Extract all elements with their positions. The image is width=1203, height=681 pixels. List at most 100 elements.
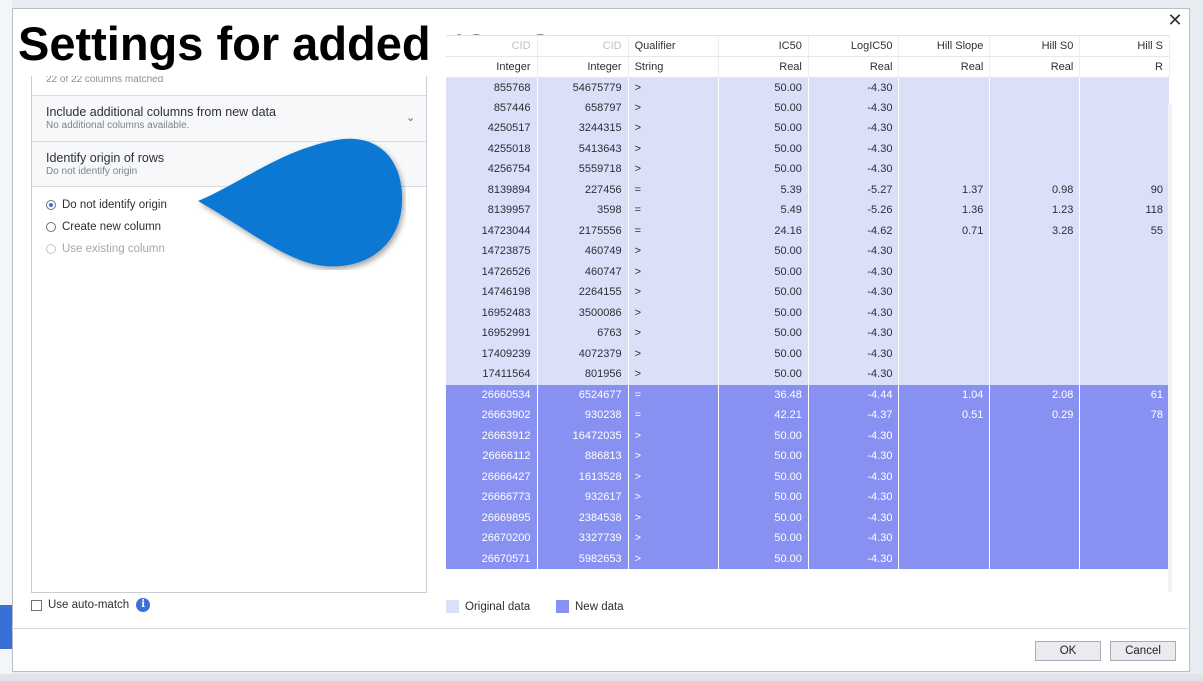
table-row[interactable]: 16952483 3500086 >50.00 -4.30: [446, 302, 1170, 323]
table-row[interactable]: 857446 658797 >50.00 -4.30: [446, 97, 1170, 118]
table-scrollbar[interactable]: [1168, 105, 1172, 592]
table-cell: [1079, 507, 1170, 528]
column-header[interactable]: Qualifier: [628, 36, 720, 57]
table-cell: 5559718: [537, 159, 629, 180]
table-cell: [898, 97, 991, 118]
table-cell: [898, 364, 991, 385]
table-row[interactable]: 26663902 930238 = 42.21 -4.37 0.51 0.29 78: [446, 405, 1170, 426]
table-cell: >: [628, 302, 720, 323]
table-cell: 26663902: [446, 405, 538, 426]
table-row[interactable]: 16952991 6763 >50.00 -4.30: [446, 323, 1170, 344]
table-row[interactable]: 26666773 932617 >50.00 -4.30: [446, 487, 1170, 508]
table-row[interactable]: 26670200 3327739 >50.00 -4.30: [446, 528, 1170, 549]
info-icon[interactable]: i: [136, 598, 151, 612]
column-header[interactable]: CID: [446, 36, 538, 57]
table-row[interactable]: 26660534 6524677 = 36.48 -4.44 1.04 2.08 61: [446, 384, 1170, 405]
radio-checked-icon[interactable]: [46, 200, 56, 210]
table-cell: 54675779: [537, 77, 629, 98]
table-row[interactable]: 14746198 2264155 >50.00 -4.30: [446, 282, 1170, 303]
table-row[interactable]: 26670571 5982653 >50.00 -4.30: [446, 548, 1170, 569]
auto-match-option[interactable]: Use auto-match i: [31, 598, 151, 612]
table-cell: 17411564: [446, 364, 538, 385]
radio-use-existing-column: Use existing column: [46, 243, 165, 255]
table-cell: [898, 446, 991, 467]
table-row[interactable]: 17409239 4072379 >50.00 -4.30: [446, 343, 1170, 364]
table-cell: [1079, 302, 1170, 323]
close-icon[interactable]: ✕: [1165, 10, 1185, 30]
table-cell: 26670200: [446, 528, 538, 549]
auto-match-checkbox[interactable]: [31, 599, 42, 611]
table-cell: 5413643: [537, 138, 629, 159]
radio-unchecked-icon[interactable]: [46, 222, 56, 232]
column-type: Real: [898, 56, 991, 78]
table-row[interactable]: 26666427 1613528 >50.00 -4.30: [446, 466, 1170, 487]
table-cell: [989, 364, 1081, 385]
table-row[interactable]: 4255018 5413643 >50.00 -4.30: [446, 138, 1170, 159]
table-row[interactable]: 26663912 16472035 >50.00 -4.30: [446, 425, 1170, 446]
table-cell: =: [628, 405, 720, 426]
table-row[interactable]: 4250517 3244315 >50.00 -4.30: [446, 118, 1170, 139]
column-header[interactable]: Hill S0: [989, 36, 1081, 57]
column-header[interactable]: IC50: [718, 36, 809, 57]
column-header[interactable]: CID: [537, 36, 629, 57]
original-data-label: Original data: [465, 600, 531, 613]
table-cell: -4.30: [808, 282, 900, 303]
table-cell: 460747: [537, 261, 629, 282]
table-cell: 16472035: [537, 425, 629, 446]
table-cell: >: [628, 507, 720, 528]
table-cell: 801956: [537, 364, 629, 385]
preview-table[interactable]: CID CID Qualifier IC50 LogIC50 Hill Slope Hill…: [446, 35, 1170, 593]
table-cell: [1079, 364, 1170, 385]
table-cell: 930238: [537, 405, 629, 426]
table-cell: -4.30: [808, 425, 900, 446]
table-cell: -4.30: [808, 466, 900, 487]
background-blue-mark: [0, 605, 12, 649]
table-cell: [898, 528, 991, 549]
table-row[interactable]: 8139957 3598 = 5.49 -5.26 1.36 1.23 118: [446, 200, 1170, 221]
chevron-down-icon[interactable]: ⌄: [406, 111, 415, 124]
additional-columns-title: Include additional columns from new data: [46, 105, 276, 119]
table-cell: 0.51: [898, 405, 991, 426]
radio-label: Create new column: [62, 221, 162, 233]
table-row[interactable]: 14726526 460747 >50.00 -4.30: [446, 261, 1170, 282]
teardrop-callout-icon: [198, 138, 403, 267]
identify-origin-title: Identify origin of rows: [46, 151, 165, 165]
table-cell: [989, 138, 1081, 159]
table-row[interactable]: 4256754 5559718 >50.00 -4.30: [446, 159, 1170, 180]
table-row[interactable]: 17411564 801956 >50.00 -4.30: [446, 364, 1170, 385]
table-cell: 0.29: [989, 405, 1081, 426]
table-cell: 855768: [446, 77, 538, 98]
table-cell: 932617: [537, 487, 629, 508]
column-header[interactable]: LogIC50: [808, 36, 900, 57]
table-cell: 50.00: [718, 528, 809, 549]
column-type: R: [1079, 56, 1170, 78]
table-cell: 0.98: [989, 179, 1081, 200]
table-row[interactable]: 26666112 886813 >50.00 -4.30: [446, 446, 1170, 467]
table-cell: >: [628, 425, 720, 446]
table-row[interactable]: 8139894 227456 = 5.39 -5.27 1.37 0.98 90: [446, 179, 1170, 200]
table-cell: [989, 507, 1081, 528]
radio-create-new-column[interactable]: Create new column: [46, 221, 161, 233]
table-cell: 55: [1079, 220, 1170, 241]
table-cell: 50.00: [718, 261, 809, 282]
table-cell: -5.27: [808, 179, 900, 200]
table-cell: -4.30: [808, 118, 900, 139]
table-cell: [898, 77, 991, 98]
cancel-button[interactable]: Cancel: [1110, 641, 1176, 661]
table-row[interactable]: 14723875 460749 >50.00 -4.30: [446, 241, 1170, 262]
table-row[interactable]: 855768 54675779 >50.00 -4.30: [446, 77, 1170, 98]
background-left: [0, 0, 12, 681]
table-row[interactable]: 26669895 2384538 >50.00 -4.30: [446, 507, 1170, 528]
legend-new: New data: [556, 600, 624, 613]
column-header[interactable]: Hill Slope: [898, 36, 991, 57]
identify-origin-subtitle: Do not identify origin: [46, 166, 138, 177]
column-header[interactable]: Hill S: [1079, 36, 1170, 57]
table-cell: [989, 97, 1081, 118]
table-cell: 886813: [537, 446, 629, 467]
column-type: Integer: [446, 56, 538, 78]
ok-button[interactable]: OK: [1035, 641, 1101, 661]
table-cell: [989, 282, 1081, 303]
radio-do-not-identify[interactable]: Do not identify origin: [46, 199, 167, 211]
table-cell: [1079, 343, 1170, 364]
table-row[interactable]: 14723044 2175556 = 24.16 -4.62 0.71 3.28 55: [446, 220, 1170, 241]
